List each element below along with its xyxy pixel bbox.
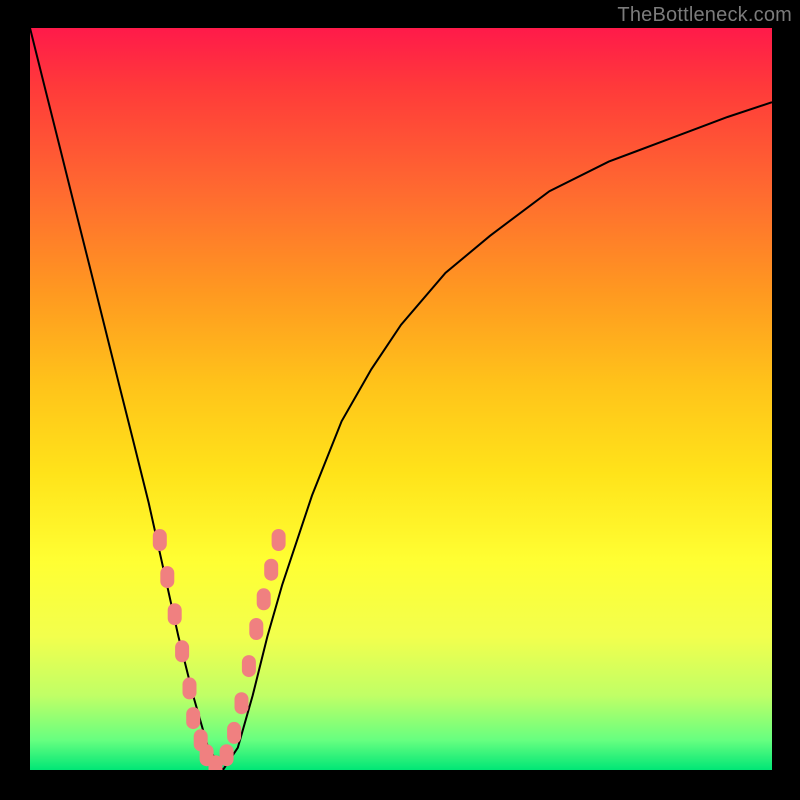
marker-point (186, 707, 200, 729)
marker-point (153, 529, 167, 551)
marker-point (227, 722, 241, 744)
marker-point (264, 559, 278, 581)
chart-area (30, 28, 772, 770)
marker-point (168, 603, 182, 625)
bottleneck-plot (30, 28, 772, 770)
marker-point (242, 655, 256, 677)
marker-point (175, 640, 189, 662)
marker-point (235, 692, 249, 714)
marker-point (257, 588, 271, 610)
marker-point (160, 566, 174, 588)
marker-point (272, 529, 286, 551)
marker-point (183, 677, 197, 699)
marker-point (220, 744, 234, 766)
bottleneck-curve (30, 28, 772, 770)
marker-point (249, 618, 263, 640)
marker-group (153, 529, 286, 770)
watermark-text: TheBottleneck.com (617, 4, 792, 27)
